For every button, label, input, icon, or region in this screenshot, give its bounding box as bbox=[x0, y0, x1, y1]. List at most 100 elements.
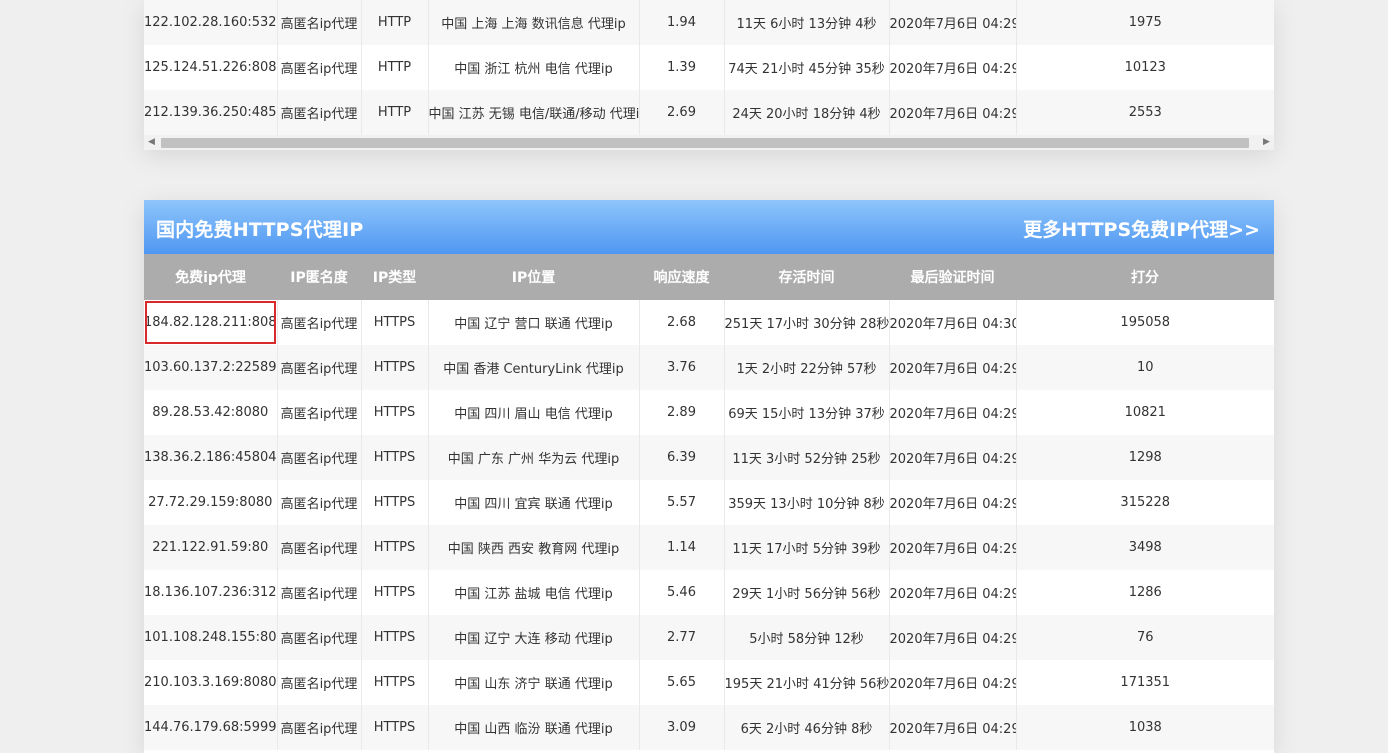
speed-cell: 2.77 bbox=[639, 615, 725, 660]
http-proxy-table: 122.102.28.160:53281高匿名ip代理HTTP中国 上海 上海 … bbox=[144, 0, 1274, 135]
ip-cell: 210.103.3.169:8080 bbox=[144, 660, 278, 705]
header-row: 免费ip代理 IP匿名度 IP类型 IP位置 响应速度 存活时间 最后验证时间 打分 bbox=[144, 254, 1274, 300]
verified-cell: 2020年7月6日 04:29 bbox=[889, 660, 1017, 705]
location-cell: 中国 浙江 杭州 电信 代理ip bbox=[428, 45, 640, 90]
uptime-cell: 359天 13小时 10分钟 8秒 bbox=[724, 480, 890, 525]
type-cell: HTTPS bbox=[361, 480, 429, 525]
triangle-left-icon[interactable]: ◀ bbox=[144, 135, 159, 150]
score-cell: 10821 bbox=[1016, 390, 1274, 435]
uptime-cell: 69天 15小时 13分钟 37秒 bbox=[724, 390, 890, 435]
verified-cell: 2020年7月6日 04:29 bbox=[889, 435, 1017, 480]
more-https-link[interactable]: 更多HTTPS免费IP代理>> bbox=[1023, 215, 1260, 242]
ip-cell: 138.36.2.186:45804 bbox=[144, 435, 278, 480]
table-row: 221.122.91.59:80 高匿名ip代理 HTTPS 中国 陕西 西安 教育网… bbox=[144, 525, 1274, 570]
https-table-body: 184.82.128.211:8080 高匿名ip代理 HTTPS 中国 辽宁 营口 … bbox=[144, 300, 1274, 750]
header-ip-type: IP类型 bbox=[361, 254, 428, 300]
location-cell: 中国 广东 广州 华为云 代理ip bbox=[428, 435, 640, 480]
anonymity-cell: 高匿名ip代理 bbox=[277, 660, 362, 705]
header-score: 打分 bbox=[1016, 254, 1274, 300]
speed-cell: 6.39 bbox=[639, 435, 725, 480]
anonymity-cell: 高匿名ip代理 bbox=[277, 90, 362, 135]
table-row: 122.102.28.160:53281高匿名ip代理HTTP中国 上海 上海 … bbox=[144, 0, 1274, 45]
anonymity-cell: 高匿名ip代理 bbox=[277, 300, 362, 345]
verified-cell: 2020年7月6日 04:30 bbox=[889, 300, 1017, 345]
header-free-ip: 免费ip代理 bbox=[144, 254, 277, 300]
anonymity-cell: 高匿名ip代理 bbox=[277, 480, 362, 525]
table-row: 27.72.29.159:8080 高匿名ip代理 HTTPS 中国 四川 宜宾 联通… bbox=[144, 480, 1274, 525]
score-cell: 1038 bbox=[1016, 705, 1274, 750]
speed-cell: 2.89 bbox=[639, 390, 725, 435]
ip-cell: 125.124.51.226:808 bbox=[144, 45, 278, 90]
anonymity-cell: 高匿名ip代理 bbox=[277, 0, 362, 45]
anonymity-cell: 高匿名ip代理 bbox=[277, 525, 362, 570]
score-cell: 1298 bbox=[1016, 435, 1274, 480]
http-table-body: 122.102.28.160:53281高匿名ip代理HTTP中国 上海 上海 … bbox=[144, 0, 1274, 135]
location-cell: 中国 四川 眉山 电信 代理ip bbox=[428, 390, 640, 435]
header-uptime: 存活时间 bbox=[724, 254, 889, 300]
type-cell: HTTPS bbox=[361, 525, 429, 570]
type-cell: HTTP bbox=[361, 0, 429, 45]
table-row: 101.108.248.155:8080高匿名ip代理HTTPS中国 辽宁 大连… bbox=[144, 615, 1274, 660]
uptime-cell: 11天 6小时 13分钟 4秒 bbox=[724, 0, 890, 45]
score-cell: 76 bbox=[1016, 615, 1274, 660]
ip-cell: 221.122.91.59:80 bbox=[144, 525, 278, 570]
anonymity-cell: 高匿名ip代理 bbox=[277, 705, 362, 750]
location-cell: 中国 江苏 无锡 电信/联通/移动 代理ip bbox=[428, 90, 640, 135]
https-panel-header: 国内免费HTTPS代理IP 更多HTTPS免费IP代理>> bbox=[144, 200, 1274, 254]
anonymity-cell: 高匿名ip代理 bbox=[277, 390, 362, 435]
ip-cell: 27.72.29.159:8080 bbox=[144, 480, 278, 525]
verified-cell: 2020年7月6日 04:29 bbox=[889, 45, 1017, 90]
table-row: 210.103.3.169:8080 高匿名ip代理 HTTPS 中国 山东 济宁 联… bbox=[144, 660, 1274, 705]
uptime-cell: 6天 2小时 46分钟 8秒 bbox=[724, 705, 890, 750]
type-cell: HTTPS bbox=[361, 300, 429, 345]
uptime-cell: 251天 17小时 30分钟 28秒 bbox=[724, 300, 890, 345]
ip-cell: 18.136.107.236:3128 bbox=[144, 570, 278, 615]
uptime-cell: 29天 1小时 56分钟 56秒 bbox=[724, 570, 890, 615]
table-row: 138.36.2.186:45804 高匿名ip代理 HTTPS 中国 广东 广州 华… bbox=[144, 435, 1274, 480]
speed-cell: 5.65 bbox=[639, 660, 725, 705]
type-cell: HTTP bbox=[361, 45, 429, 90]
verified-cell: 2020年7月6日 04:29 bbox=[889, 390, 1017, 435]
table-row: 144.76.179.68:59991 高匿名ip代理 HTTPS 中国 山西 临汾 … bbox=[144, 705, 1274, 750]
header-anonymity: IP匿名度 bbox=[277, 254, 361, 300]
speed-cell: 1.94 bbox=[639, 0, 725, 45]
score-cell: 1975 bbox=[1016, 0, 1274, 45]
uptime-cell: 11天 17小时 5分钟 39秒 bbox=[724, 525, 890, 570]
uptime-cell: 11天 3小时 52分钟 25秒 bbox=[724, 435, 890, 480]
triangle-right-icon[interactable]: ▶ bbox=[1259, 135, 1274, 150]
location-cell: 中国 香港 CenturyLink 代理ip bbox=[428, 345, 640, 390]
anonymity-cell: 高匿名ip代理 bbox=[277, 345, 362, 390]
ip-cell: 89.28.53.42:8080 bbox=[144, 390, 278, 435]
header-speed: 响应速度 bbox=[639, 254, 724, 300]
anonymity-cell: 高匿名ip代理 bbox=[277, 570, 362, 615]
score-cell: 171351 bbox=[1016, 660, 1274, 705]
type-cell: HTTPS bbox=[361, 570, 429, 615]
score-cell: 10 bbox=[1016, 345, 1274, 390]
anonymity-cell: 高匿名ip代理 bbox=[277, 435, 362, 480]
speed-cell: 1.14 bbox=[639, 525, 725, 570]
verified-cell: 2020年7月6日 04:29 bbox=[889, 480, 1017, 525]
anonymity-cell: 高匿名ip代理 bbox=[277, 45, 362, 90]
speed-cell: 5.57 bbox=[639, 480, 725, 525]
horizontal-scrollbar[interactable]: ◀ ▶ bbox=[144, 135, 1274, 150]
location-cell: 中国 四川 宜宾 联通 代理ip bbox=[428, 480, 640, 525]
ip-cell: 212.139.36.250:48534 bbox=[144, 90, 278, 135]
score-cell: 195058 bbox=[1016, 300, 1274, 345]
http-table-panel: 122.102.28.160:53281高匿名ip代理HTTP中国 上海 上海 … bbox=[144, 0, 1274, 150]
scrollbar-thumb[interactable] bbox=[161, 138, 1249, 148]
type-cell: HTTPS bbox=[361, 615, 429, 660]
location-cell: 中国 辽宁 大连 移动 代理ip bbox=[428, 615, 640, 660]
table-row: 103.60.137.2:22589 高匿名ip代理 HTTPS 中国 香港 Cent… bbox=[144, 345, 1274, 390]
https-table-header: 免费ip代理 IP匿名度 IP类型 IP位置 响应速度 存活时间 最后验证时间 打分 bbox=[144, 254, 1274, 300]
uptime-cell: 74天 21小时 45分钟 35秒 bbox=[724, 45, 890, 90]
verified-cell: 2020年7月6日 04:29 bbox=[889, 615, 1017, 660]
verified-cell: 2020年7月6日 04:29 bbox=[889, 90, 1017, 135]
speed-cell: 1.39 bbox=[639, 45, 725, 90]
https-panel-title: 国内免费HTTPS代理IP bbox=[156, 219, 364, 241]
uptime-cell: 195天 21小时 41分钟 56秒 bbox=[724, 660, 890, 705]
uptime-cell: 5小时 58分钟 12秒 bbox=[724, 615, 890, 660]
type-cell: HTTPS bbox=[361, 345, 429, 390]
verified-cell: 2020年7月6日 04:29 bbox=[889, 705, 1017, 750]
header-ip-location: IP位置 bbox=[428, 254, 639, 300]
location-cell: 中国 陕西 西安 教育网 代理ip bbox=[428, 525, 640, 570]
